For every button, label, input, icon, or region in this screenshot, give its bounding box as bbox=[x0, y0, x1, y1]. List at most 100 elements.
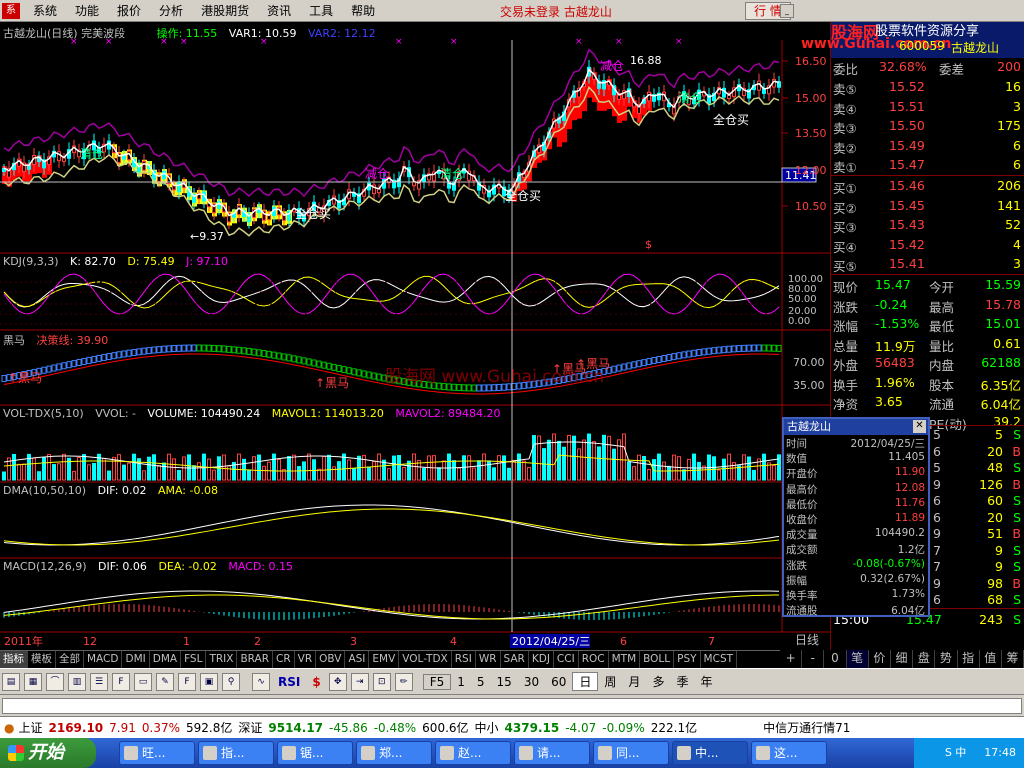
command-input[interactable] bbox=[2, 698, 1022, 714]
menu-help[interactable]: 帮助 bbox=[342, 2, 384, 19]
annotation-high: 16.88 bbox=[630, 54, 662, 67]
f2-icon[interactable]: F bbox=[178, 672, 196, 691]
menu-hk-futures[interactable]: 港股期货 bbox=[192, 2, 258, 19]
period-1min[interactable]: 1 bbox=[451, 675, 471, 689]
indicator-tab[interactable]: EMV bbox=[369, 651, 400, 668]
menu-quote[interactable]: 报价 bbox=[108, 2, 150, 19]
taskbar-item[interactable]: 请... bbox=[514, 741, 590, 765]
taskbar-item[interactable]: 同... bbox=[593, 741, 669, 765]
taskbar-item[interactable]: 这... bbox=[751, 741, 827, 765]
search-icon[interactable]: ⚲ bbox=[222, 672, 240, 691]
right-tab[interactable]: 价 bbox=[869, 650, 891, 668]
right-tab[interactable]: 筹 bbox=[1002, 650, 1024, 668]
indicator-tab[interactable]: WR bbox=[476, 651, 501, 668]
right-tab[interactable]: 0 bbox=[824, 650, 847, 668]
menu-system[interactable]: 系统 bbox=[24, 2, 66, 19]
indicator-tab[interactable]: BRAR bbox=[237, 651, 273, 668]
list-icon[interactable]: ☰ bbox=[90, 672, 108, 691]
period-60min[interactable]: 60 bbox=[545, 675, 572, 689]
grid-icon[interactable]: ▦ bbox=[24, 672, 42, 691]
taskbar-item[interactable]: 指... bbox=[198, 741, 274, 765]
ask-row: 卖⑤ 15.52 16 bbox=[833, 79, 1021, 97]
wave-icon[interactable]: ∿ bbox=[252, 672, 270, 691]
right-tab[interactable]: - bbox=[802, 650, 825, 668]
menu-analysis[interactable]: 分析 bbox=[150, 2, 192, 19]
menu-news[interactable]: 资讯 bbox=[258, 2, 300, 19]
right-tab[interactable]: 指 bbox=[958, 650, 980, 668]
indicator-tab[interactable]: MCST bbox=[701, 651, 738, 668]
period-5min[interactable]: 5 bbox=[471, 675, 491, 689]
close-icon[interactable]: ✕ bbox=[913, 420, 926, 433]
indicator-tab[interactable]: TRIX bbox=[206, 651, 238, 668]
rsi-button[interactable]: RSI bbox=[272, 675, 306, 689]
period-week[interactable]: 周 bbox=[598, 673, 622, 690]
index-p: -0.48% bbox=[373, 720, 417, 735]
period-month[interactable]: 月 bbox=[622, 673, 646, 690]
taskbar-item[interactable]: 旺... bbox=[119, 741, 195, 765]
indicator-tab[interactable]: OBV bbox=[316, 651, 346, 668]
right-tab[interactable]: 值 bbox=[980, 650, 1002, 668]
indicator-tab[interactable]: KDJ bbox=[529, 651, 554, 668]
taskbar-item[interactable]: 中... bbox=[672, 741, 748, 765]
note-icon[interactable]: ✎ bbox=[156, 672, 174, 691]
right-tab[interactable]: + bbox=[780, 650, 803, 668]
chart-icon[interactable]: ▤ bbox=[2, 672, 20, 691]
indicator-tab[interactable]: 模板 bbox=[28, 651, 56, 668]
stat-row: 外盘 56483 内盘 62188 bbox=[833, 355, 1021, 373]
calc-icon[interactable]: ▣ bbox=[200, 672, 218, 691]
period-15min[interactable]: 15 bbox=[491, 675, 518, 689]
zoom-icon[interactable]: ⊡ bbox=[372, 672, 391, 691]
indicator-tab[interactable]: VR bbox=[295, 651, 317, 668]
period-multi[interactable]: 多 bbox=[646, 673, 670, 690]
index-c: -4.07 bbox=[565, 720, 597, 735]
bar-info-popup[interactable]: 古越龙山 ✕ 时间 2012/04/25/三 数值 11.405 开盘价 11.90 最高价 1… bbox=[782, 417, 930, 617]
period-season[interactable]: 季 bbox=[670, 673, 694, 690]
right-tab[interactable]: 笔 bbox=[846, 650, 869, 668]
period-30min[interactable]: 30 bbox=[518, 675, 545, 689]
taskbar-item[interactable]: 锯... bbox=[277, 741, 353, 765]
menu-function[interactable]: 功能 bbox=[66, 2, 108, 19]
indicator-tab[interactable]: ASI bbox=[345, 651, 370, 668]
dollar-button[interactable]: $ bbox=[306, 675, 326, 689]
indicator-tab[interactable]: DMI bbox=[122, 651, 150, 668]
bar-icon[interactable]: ▥ bbox=[68, 672, 86, 691]
indicator-tab[interactable]: SAR bbox=[501, 651, 529, 668]
indicator-tab[interactable]: DMA bbox=[150, 651, 182, 668]
indicator-tab[interactable]: ROC bbox=[579, 651, 609, 668]
taskbar-item[interactable]: 赵... bbox=[435, 741, 511, 765]
f10-icon[interactable]: F bbox=[112, 672, 130, 691]
period-f5[interactable]: F5 bbox=[422, 673, 452, 690]
start-button[interactable]: 开始 bbox=[0, 738, 96, 768]
right-tab[interactable]: 势 bbox=[935, 650, 958, 668]
indicator-tab[interactable]: 全部 bbox=[56, 651, 84, 668]
taskbar-item[interactable]: 郑... bbox=[356, 741, 432, 765]
popup-row: 涨跌 -0.08(-0.67%) bbox=[786, 557, 925, 572]
indicator-tab[interactable]: MACD bbox=[84, 651, 123, 668]
window-minimize-button[interactable]: _ bbox=[780, 4, 794, 18]
indicator-tab[interactable]: BOLL bbox=[640, 651, 675, 668]
right-tab[interactable]: 细 bbox=[891, 650, 914, 668]
kline-chart[interactable]: × × × × × × × × × × 11.41 16.50 15.00 13.50 12.00… bbox=[0, 22, 830, 650]
bid-row: 买④ 15.42 4 bbox=[833, 236, 1021, 255]
indicator-tab[interactable]: VOL-TDX bbox=[399, 651, 452, 668]
indicator-tab[interactable]: MTM bbox=[609, 651, 641, 668]
line-icon[interactable]: ⌒ bbox=[46, 672, 64, 691]
x-label: 2 bbox=[254, 635, 261, 648]
command-input-bar bbox=[0, 694, 1024, 716]
export-icon[interactable]: ⇥ bbox=[350, 672, 369, 691]
period-year[interactable]: 年 bbox=[694, 673, 718, 690]
right-tab[interactable]: 盘 bbox=[913, 650, 936, 668]
indicator-tab[interactable]: 指标 bbox=[0, 651, 28, 668]
indicator-tab[interactable]: CR bbox=[273, 651, 295, 668]
move-icon[interactable]: ✥ bbox=[328, 672, 347, 691]
indicator-tab[interactable]: CCI bbox=[554, 651, 579, 668]
menu-tools[interactable]: 工具 bbox=[300, 2, 342, 19]
indicator-tab[interactable]: PSY bbox=[674, 651, 701, 668]
ask-row: 卖④ 15.51 3 bbox=[833, 98, 1021, 117]
doc-icon[interactable]: ▭ bbox=[134, 672, 152, 691]
indicator-tab[interactable]: RSI bbox=[452, 651, 476, 668]
index-a: 222.1亿 bbox=[650, 721, 698, 735]
pen-icon[interactable]: ✏ bbox=[394, 672, 413, 691]
indicator-tab[interactable]: FSL bbox=[181, 651, 207, 668]
period-day[interactable]: 日 bbox=[572, 672, 599, 691]
